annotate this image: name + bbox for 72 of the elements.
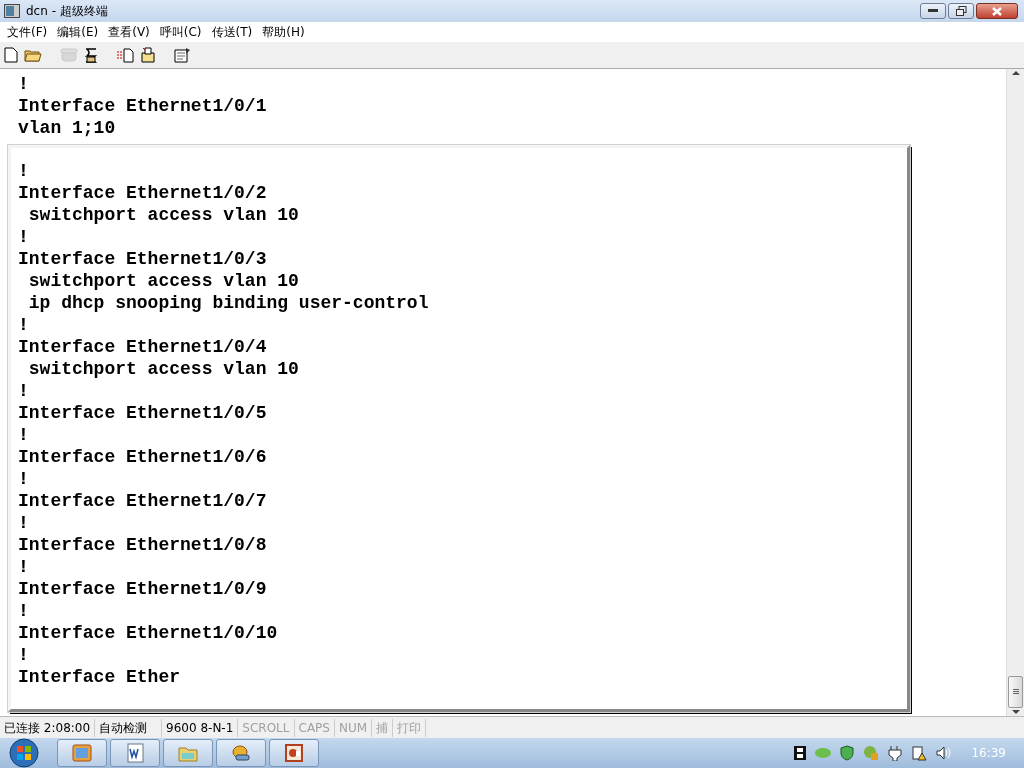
terminal-line: ip dhcp snooping binding user-control — [27, 292, 430, 314]
taskbar-button[interactable] — [216, 739, 266, 767]
restore-button[interactable] — [948, 3, 974, 19]
taskbar-button[interactable] — [110, 739, 160, 767]
menu-item[interactable]: 呼叫(C) — [154, 23, 207, 41]
terminal-line: Interface Ethernet1/0/8 — [18, 534, 268, 556]
minimize-button[interactable] — [920, 3, 946, 19]
new-document-icon[interactable] — [4, 47, 18, 63]
restore-icon — [955, 6, 967, 16]
send-document-icon[interactable] — [116, 47, 134, 63]
status-field: NUM — [334, 718, 373, 737]
terminal-line: ! — [18, 512, 30, 534]
terminal-line: vlan 1;10 — [18, 117, 117, 139]
grip-icon — [1012, 689, 1019, 695]
terminal-line: Interface Ethernet1/0/9 — [18, 578, 268, 600]
menu-item[interactable]: 帮助(H) — [257, 23, 310, 41]
folder-icon — [178, 744, 198, 762]
menu-item[interactable]: 传送(T) — [206, 23, 258, 41]
status-field: 9600 8-N-1 — [162, 718, 239, 737]
scroll-up-icon[interactable] — [1011, 69, 1020, 77]
window-title: dcn - 超级终端 — [26, 2, 108, 20]
start-button[interactable] — [8, 738, 40, 768]
terminal-app-icon — [4, 4, 20, 18]
terminal-line: ! — [18, 226, 30, 248]
scrollbar[interactable] — [1006, 69, 1024, 716]
terminal-line: Interface Ethernet1/0/6 — [18, 446, 268, 468]
status-field: CAPS — [294, 718, 335, 737]
terminal-line: Interface Ethernet1/0/2 — [18, 182, 268, 204]
film-icon[interactable] — [794, 746, 807, 760]
receive-document-icon[interactable] — [140, 47, 156, 63]
taskbar-button[interactable] — [163, 739, 213, 767]
terminal-line: switchport access vlan 10 — [27, 270, 300, 292]
status-field: 捕 — [372, 718, 394, 737]
presentation-icon — [284, 743, 304, 763]
status-field: SCROLL — [238, 718, 295, 737]
menu-item[interactable]: 文件(F) — [2, 23, 53, 41]
terminal-line: Interface Ethernet1/0/10 — [18, 622, 279, 644]
terminal-line: ! — [18, 160, 30, 182]
terminal-line: ! — [18, 556, 30, 578]
taskbar-button[interactable] — [57, 739, 107, 767]
minimize-icon — [928, 9, 938, 13]
menu-item[interactable]: 编辑(E) — [52, 23, 104, 41]
terminal-line: Interface Ethernet1/0/1 — [18, 95, 268, 117]
terminal-line: switchport access vlan 10 — [27, 204, 300, 226]
plug-icon[interactable] — [888, 745, 903, 761]
terminal-line: ! — [18, 424, 30, 446]
terminal-line: Interface Ethernet1/0/5 — [18, 402, 268, 424]
status-field: 打印 — [393, 718, 427, 737]
terminal-line: ! — [18, 600, 30, 622]
terminal-line: ! — [18, 314, 30, 336]
terminal-line: Interface Ethernet1/0/3 — [18, 248, 268, 270]
status-field: 自动检测 — [95, 718, 163, 737]
taskbar-button[interactable] — [269, 739, 319, 767]
close-button[interactable] — [976, 3, 1018, 19]
speaker-icon[interactable] — [936, 746, 953, 760]
network-warning-icon[interactable] — [911, 745, 928, 761]
shield-icon[interactable] — [840, 745, 855, 761]
terminal-line: Interface Ethernet1/0/7 — [18, 490, 268, 512]
status-field: 已连接 2:08:00 — [0, 718, 96, 737]
window-icon — [72, 744, 92, 762]
terminal-line: ! — [18, 644, 30, 666]
close-icon — [992, 6, 1002, 16]
menu-item[interactable]: 查看(V) — [103, 23, 155, 41]
document-icon — [125, 743, 145, 763]
terminal-line: switchport access vlan 10 — [27, 358, 300, 380]
terminal-line: Interface Ethernet1/0/4 — [18, 336, 268, 358]
terminal-line: ! — [18, 468, 30, 490]
terminal-line: Interface Ether — [18, 666, 182, 688]
terminal-line: ! — [18, 380, 30, 402]
folder-icon[interactable] — [24, 48, 42, 62]
properties-icon[interactable] — [174, 47, 192, 63]
terminal-line: ! — [18, 73, 30, 95]
